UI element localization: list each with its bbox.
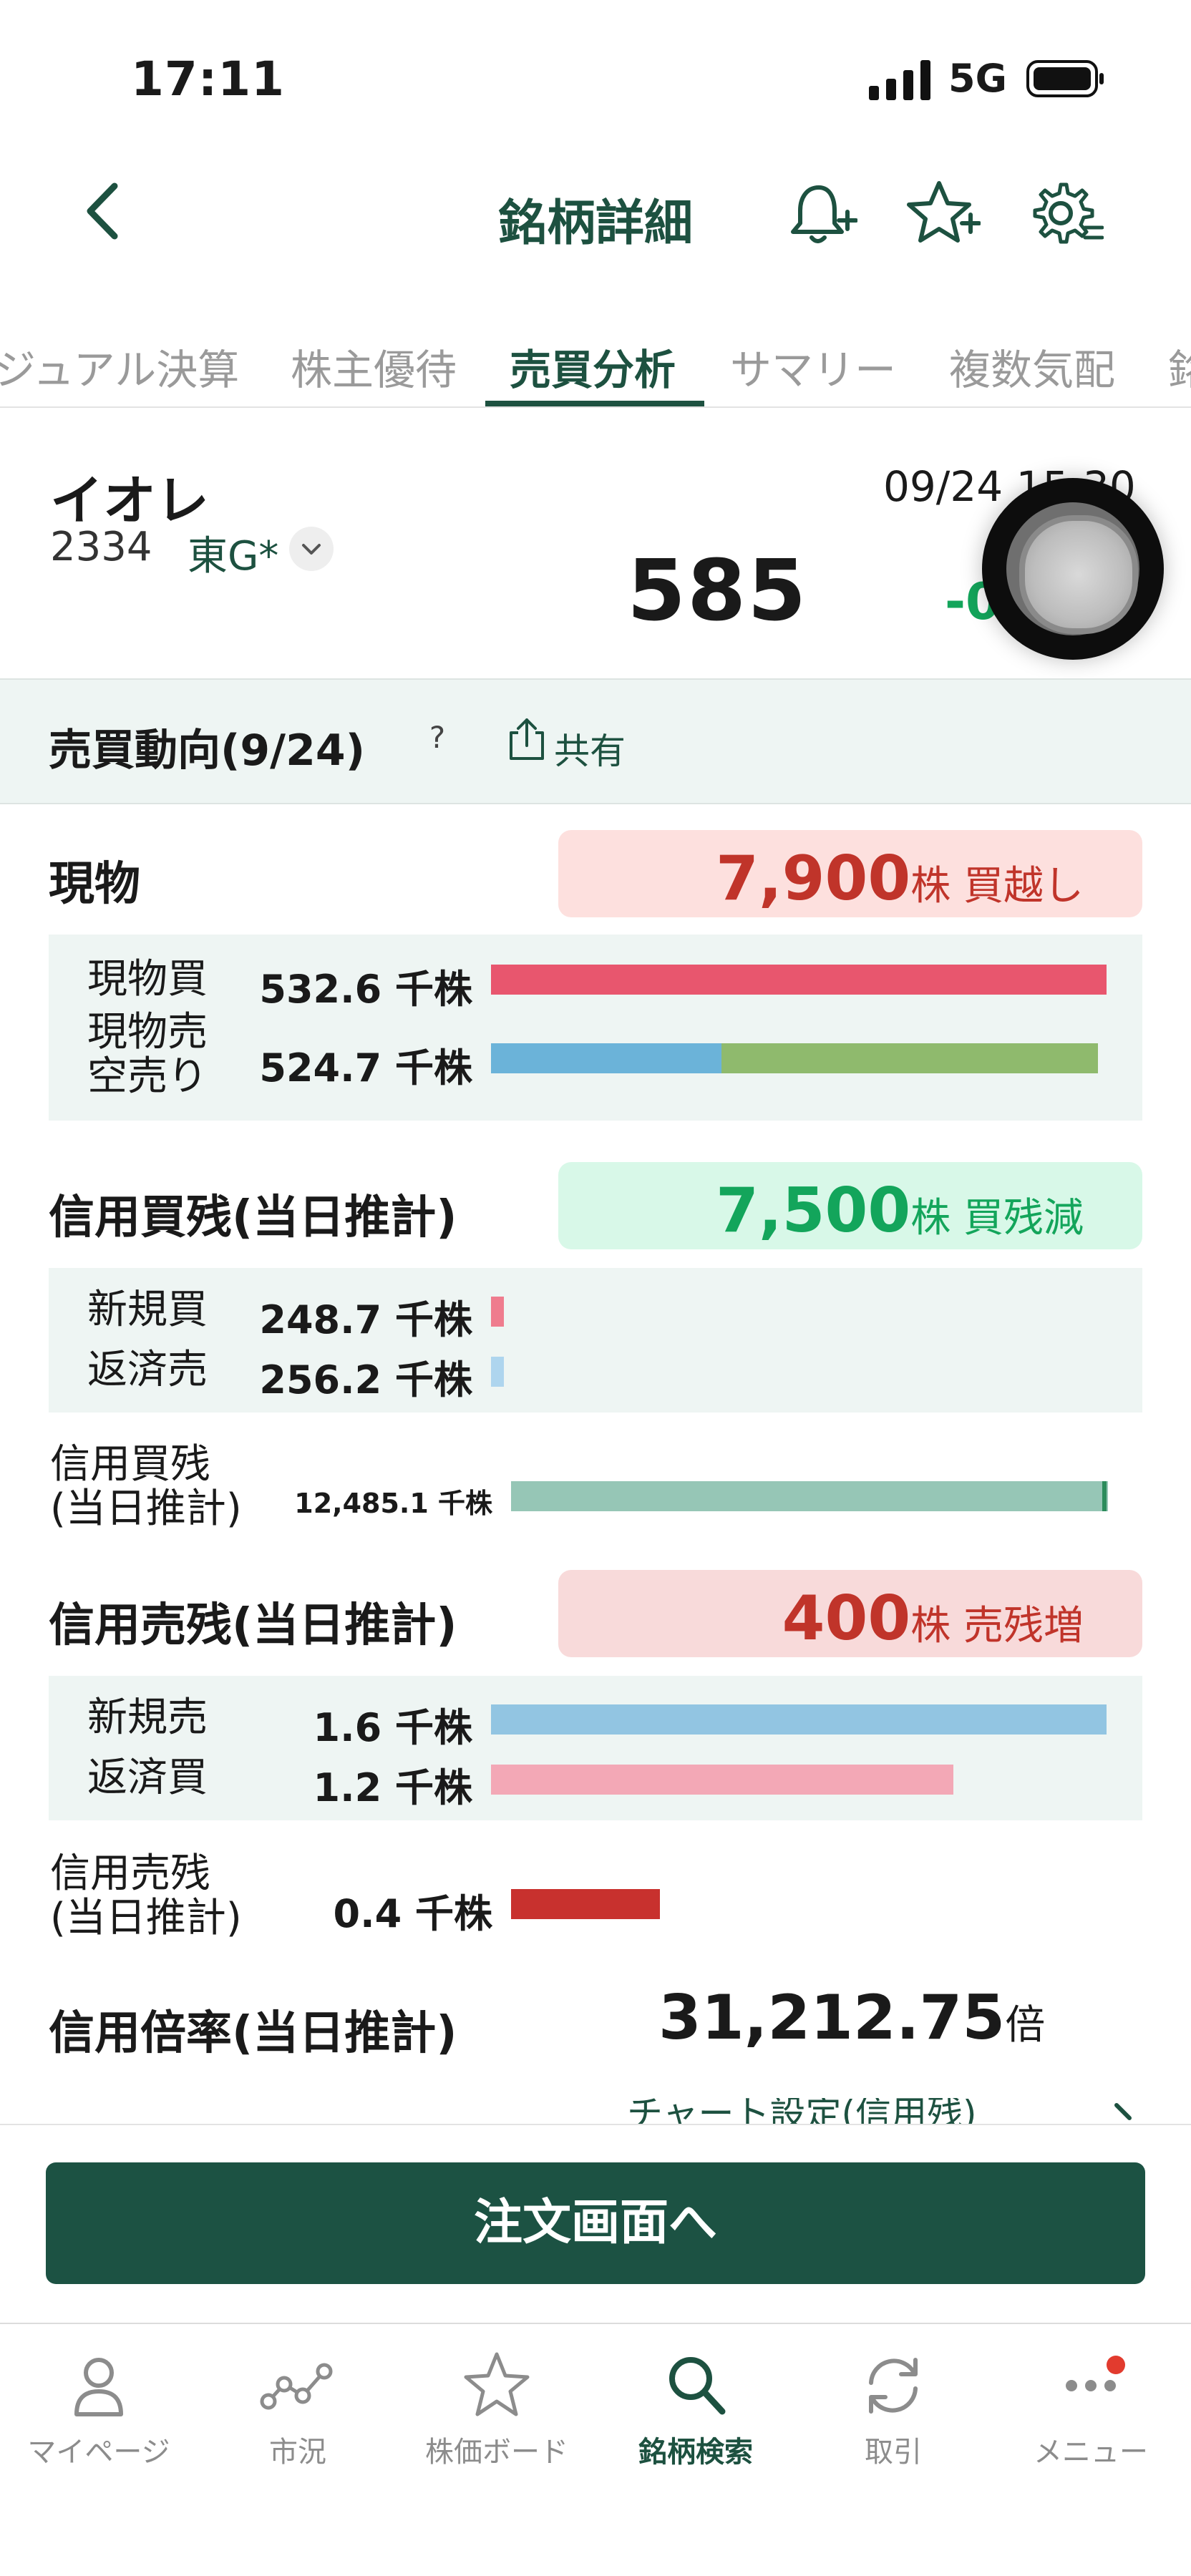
margin-buy-title: 信用買残(当日推計) <box>49 1191 457 1244</box>
margin-sell-summary-pill: 400株 売残増 <box>558 1570 1142 1657</box>
margin-new-sell-value: 1.6 千株 <box>313 1705 472 1750</box>
margin-buy-panel <box>49 1268 1142 1413</box>
bottom-nav: マイページ 市況 株価ボード 銘柄検索 取引 メニュー <box>0 2323 1191 2576</box>
margin-buy-summary-value: 7,500 <box>716 1175 911 1246</box>
nav-market-label: 市況 <box>269 2436 326 2469</box>
tab-trading-analysis[interactable]: 売買分析 <box>510 336 676 396</box>
spot-panel <box>49 935 1142 1121</box>
spot-sell-bar-blue <box>491 1043 721 1073</box>
margin-new-buy-value: 248.7 千株 <box>259 1297 472 1342</box>
stock-price: 585 <box>627 541 808 640</box>
tab-bar: ジュアル決算 株主優待 売買分析 サマリー 複数気配 銘 <box>0 315 1191 408</box>
margin-sell-title: 信用売残(当日推計) <box>49 1599 457 1652</box>
tab-multiple-quotes[interactable]: 複数気配 <box>949 336 1115 396</box>
tab-shareholder-benefits[interactable]: 株主優待 <box>291 336 457 396</box>
spot-sell-label: 現物売 空売り <box>87 1009 208 1100</box>
search-icon <box>669 2357 726 2415</box>
notification-dot <box>1107 2356 1125 2374</box>
margin-repay-sell-bar <box>491 1357 504 1387</box>
alert-add-icon[interactable] <box>782 176 857 252</box>
spot-buy-bar <box>491 965 1107 995</box>
margin-ratio-value: 31,212.75 <box>658 1982 1006 2054</box>
margin-sell-balance-value: 0.4 千株 <box>333 1891 492 1936</box>
margin-repay-buy-label: 返済買 <box>87 1755 208 1801</box>
spot-buy-label: 現物買 <box>87 956 208 1002</box>
margin-repay-buy-bar <box>491 1765 953 1795</box>
tab-next[interactable]: 銘 <box>1168 336 1191 396</box>
spot-sell-value: 524.7 千株 <box>259 1045 472 1091</box>
margin-repay-sell-value: 256.2 千株 <box>259 1357 472 1402</box>
margin-new-sell-bar <box>491 1704 1107 1735</box>
nav-trade[interactable]: 取引 <box>800 2346 986 2470</box>
spot-title: 現物 <box>49 858 140 911</box>
margin-buy-summary-unit: 株 買残減 <box>910 1195 1084 1241</box>
person-icon <box>74 2358 123 2416</box>
stock-market[interactable]: 東G* <box>188 524 278 582</box>
margin-ratio-title: 信用倍率(当日推計) <box>49 2007 457 2060</box>
stock-name: イオレ <box>50 470 209 532</box>
status-time: 17:11 <box>131 52 286 107</box>
margin-buy-balance-marker <box>1102 1481 1107 1511</box>
margin-buy-balance-value: 12,485.1 千株 <box>294 1488 492 1519</box>
margin-new-buy-label: 新規買 <box>87 1287 208 1333</box>
nav-my-page-label: マイページ <box>27 2436 170 2469</box>
order-screen-button[interactable]: 注文画面へ <box>46 2162 1145 2284</box>
margin-buy-balance-bar <box>511 1481 1108 1511</box>
nav-price-board-label: 株価ボード <box>425 2436 568 2469</box>
battery-icon <box>1026 60 1104 97</box>
margin-repay-buy-value: 1.2 千株 <box>313 1765 472 1810</box>
nav-stock-search-label: 銘柄検索 <box>638 2436 753 2469</box>
spot-summary-pill: 7,900株 買越し <box>558 830 1142 917</box>
nav-menu-label: メニュー <box>1034 2436 1148 2469</box>
chart-settings-link[interactable]: チャート設定(信用残) <box>627 2098 1128 2124</box>
network-label: 5G <box>948 56 1007 101</box>
tab-visual-earnings[interactable]: ジュアル決算 <box>0 336 239 396</box>
spot-summary-value: 7,900 <box>716 843 911 914</box>
spot-summary-unit: 株 買越し <box>910 863 1084 909</box>
chevron-down-icon <box>302 544 321 555</box>
nav-my-page[interactable]: マイページ <box>6 2346 192 2470</box>
help-icon[interactable]: ? <box>419 720 455 756</box>
margin-buy-summary-pill: 7,500株 買残減 <box>558 1162 1142 1249</box>
spot-buy-value: 532.6 千株 <box>259 967 472 1012</box>
assistive-touch-button[interactable] <box>982 478 1164 660</box>
nav-market[interactable]: 市況 <box>205 2346 391 2470</box>
market-dropdown-button[interactable] <box>289 527 334 571</box>
nav-menu[interactable]: メニュー <box>998 2346 1184 2470</box>
margin-buy-balance-label: 信用買残 (当日推計) <box>50 1441 242 1532</box>
page-title: 銘柄詳細 <box>497 195 693 252</box>
margin-sell-summary-unit: 株 売残増 <box>910 1603 1084 1649</box>
margin-new-sell-label: 新規売 <box>87 1694 208 1741</box>
margin-new-buy-bar <box>491 1297 504 1327</box>
settings-gear-icon[interactable] <box>1028 176 1104 252</box>
refresh-icon <box>869 2358 918 2414</box>
nav-trade-label: 取引 <box>865 2436 922 2469</box>
section-title: 売買動向(9/24) <box>49 726 366 776</box>
star-icon <box>464 2352 530 2416</box>
margin-ratio-unit: 倍 <box>1005 2002 1046 2049</box>
nav-price-board[interactable]: 株価ボード <box>404 2346 590 2470</box>
chart-settings-label: チャート設定(信用残) <box>627 2098 977 2124</box>
share-icon[interactable] <box>507 716 547 763</box>
signal-icon <box>869 60 930 100</box>
tab-summary[interactable]: サマリー <box>730 336 896 396</box>
active-tab-indicator <box>485 401 704 406</box>
margin-repay-sell-label: 返済売 <box>87 1347 208 1393</box>
favorite-add-icon[interactable] <box>905 176 981 252</box>
nav-stock-search[interactable]: 銘柄検索 <box>603 2346 789 2470</box>
margin-sell-panel <box>49 1676 1142 1820</box>
share-button-label[interactable]: 共有 <box>554 723 626 774</box>
market-chart-icon <box>260 2363 333 2410</box>
footer-divider <box>0 2124 1191 2125</box>
chevron-right-icon <box>1114 2103 1132 2120</box>
stock-code: 2334 <box>50 524 152 570</box>
margin-sell-balance-bar <box>511 1889 660 1919</box>
spot-sell-bar-green <box>721 1043 1098 1073</box>
margin-sell-balance-label: 信用売残 (当日推計) <box>50 1850 242 1941</box>
margin-ratio-block: 31,212.75倍 <box>658 1982 1045 2054</box>
margin-sell-summary-value: 400 <box>782 1583 911 1654</box>
